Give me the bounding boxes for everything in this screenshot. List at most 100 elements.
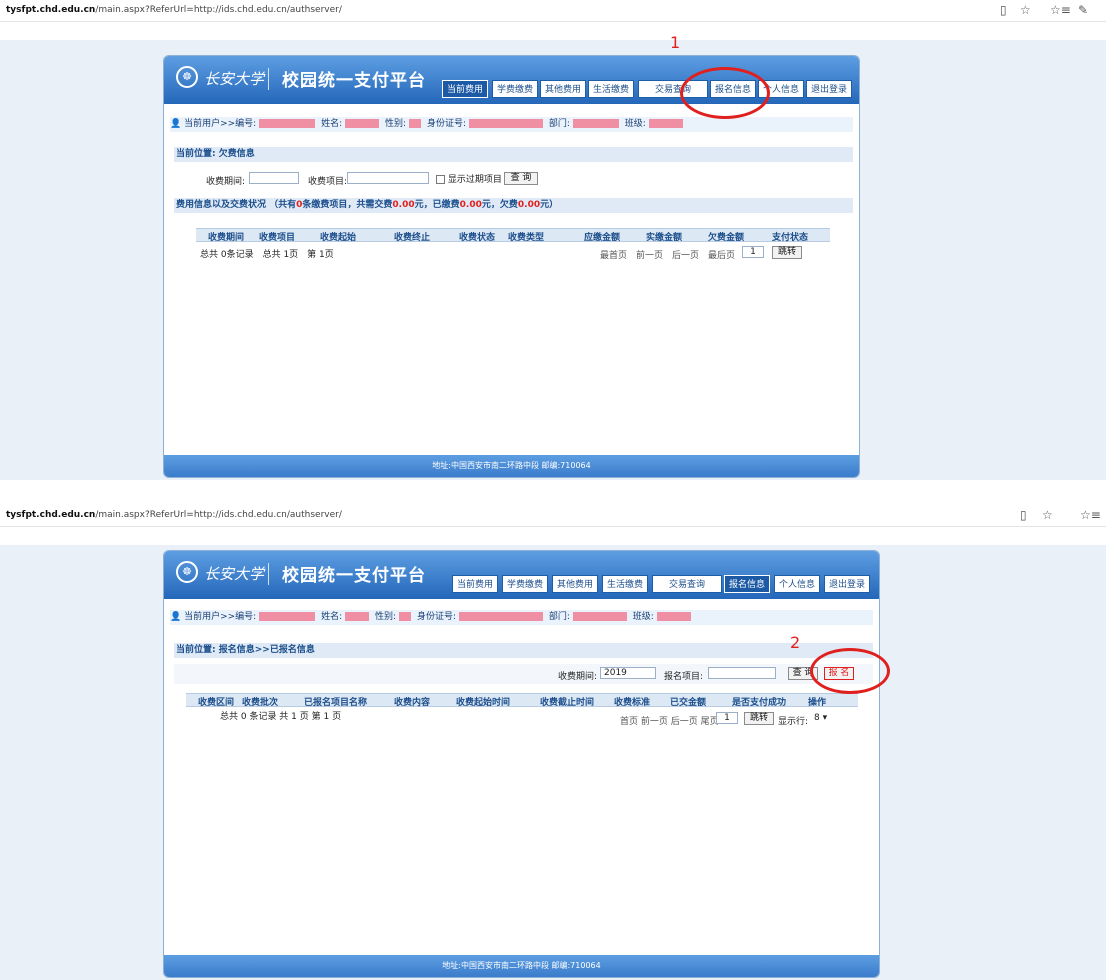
nav-living-fees[interactable]: 生活缴费 bbox=[602, 575, 649, 593]
pager-links[interactable]: 首页 前一页 后一页 尾页 bbox=[620, 714, 719, 727]
user-info-bar: 👤 当前用户>>编号: 姓名: 性别: 身份证号: 部门: 班级: bbox=[170, 117, 853, 132]
app-window: ☸ 长安大学 校园统一支付平台 当前费用 学费缴费 其他费用 生活缴费 交易查询… bbox=[163, 550, 880, 978]
page-input[interactable]: 1 bbox=[742, 246, 764, 258]
pen-icon[interactable]: ✎ bbox=[1078, 3, 1088, 17]
browser-address-bar[interactable]: tysfpt.chd.edu.cn/main.aspx?ReferUrl=htt… bbox=[0, 505, 1106, 527]
col-header: 已交金额 bbox=[670, 698, 707, 708]
show-expired-checkbox-group[interactable]: 显示过期项目 bbox=[436, 172, 502, 185]
signup-item-label: 报名项目: bbox=[664, 672, 704, 682]
redacted-id bbox=[259, 612, 316, 621]
user-icon: 👤 bbox=[170, 119, 182, 129]
col-header: 收费标准 bbox=[614, 698, 651, 708]
redacted-gender bbox=[409, 119, 422, 128]
logo-separator bbox=[268, 68, 269, 90]
col-header: 已报名项目名称 bbox=[304, 698, 368, 708]
browser-address-bar[interactable]: tysfpt.chd.edu.cn/main.aspx?ReferUrl=htt… bbox=[0, 0, 1106, 22]
redacted-dept bbox=[572, 119, 619, 128]
school-seal-icon: ☸ bbox=[176, 561, 198, 583]
fee-table-header: 收费期间 收费项目 收费起始 收费终止 收费状态 收费类型 应缴金额 实缴金额 … bbox=[196, 228, 830, 243]
col-header: 收费终止 bbox=[394, 233, 431, 243]
breadcrumb: 当前位置: 报名信息>>已报名信息 bbox=[174, 643, 873, 658]
star-icon[interactable]: ☆ bbox=[1020, 3, 1031, 17]
nav-current-fees[interactable]: 当前费用 bbox=[452, 575, 499, 593]
nav-signup-info[interactable]: 报名信息 bbox=[724, 575, 771, 593]
nav-living-fees[interactable]: 生活缴费 bbox=[588, 80, 635, 98]
col-header: 收费起始时间 bbox=[456, 698, 511, 708]
redacted-class bbox=[656, 612, 691, 621]
favorites-icon[interactable]: ☆≡ bbox=[1050, 3, 1071, 17]
col-header: 操作 bbox=[808, 698, 827, 708]
breadcrumb: 当前位置: 欠费信息 bbox=[174, 147, 853, 162]
rows-select[interactable]: 8 ▾ bbox=[814, 712, 838, 724]
redacted-gender bbox=[399, 612, 412, 621]
signup-item-input[interactable] bbox=[708, 667, 776, 679]
record-info: 总共 0 条记录 共 1 页 第 1 页 bbox=[220, 712, 342, 722]
period-label: 收费期间: bbox=[206, 177, 246, 187]
jump-button[interactable]: 跳转 bbox=[772, 246, 802, 259]
signup-table-header: 收费区间 收费批次 已报名项目名称 收费内容 收费起始时间 收费截止时间 收费标… bbox=[186, 693, 858, 708]
school-logo-text: 长安大学 bbox=[204, 565, 265, 583]
school-logo-text: 长安大学 bbox=[204, 70, 265, 88]
nav-other-fees[interactable]: 其他费用 bbox=[552, 575, 599, 593]
col-header: 收费截止时间 bbox=[540, 698, 595, 708]
nav-transactions[interactable]: 交易查询 bbox=[652, 575, 722, 593]
period-input[interactable] bbox=[249, 172, 299, 184]
platform-title: 校园统一支付平台 bbox=[282, 71, 426, 91]
school-seal-icon: ☸ bbox=[176, 66, 198, 88]
app-header: ☸ 长安大学 校园统一支付平台 当前费用 学费缴费 其他费用 生活缴费 交易查询… bbox=[164, 551, 879, 599]
favorites-icon[interactable]: ☆≡ bbox=[1080, 508, 1101, 522]
pager-links[interactable]: 最首页 前一页 后一页 最后页 bbox=[600, 248, 735, 261]
nav-logout[interactable]: 退出登录 bbox=[806, 80, 853, 98]
period-input[interactable]: 2019 bbox=[600, 667, 656, 679]
redacted-name bbox=[345, 612, 370, 621]
col-header: 支付状态 bbox=[772, 233, 809, 243]
item-label: 收费项目: bbox=[308, 177, 348, 187]
annotation-number: 1 bbox=[670, 33, 681, 52]
redacted-name bbox=[345, 119, 380, 128]
col-header: 应缴金额 bbox=[584, 233, 621, 243]
col-header: 欠费金额 bbox=[708, 233, 745, 243]
col-header: 收费期间 bbox=[208, 233, 245, 243]
platform-title: 校园统一支付平台 bbox=[282, 566, 426, 586]
nav-personal-info[interactable]: 个人信息 bbox=[774, 575, 821, 593]
rows-label: 显示行: bbox=[778, 717, 809, 727]
highlight-circle bbox=[810, 648, 890, 694]
page-input[interactable]: 1 bbox=[716, 712, 738, 724]
col-header: 是否支付成功 bbox=[732, 698, 787, 708]
redacted-id bbox=[259, 119, 316, 128]
item-input[interactable] bbox=[347, 172, 429, 184]
col-header: 收费批次 bbox=[242, 698, 279, 708]
nav-logout[interactable]: 退出登录 bbox=[824, 575, 871, 593]
col-header: 收费项目 bbox=[259, 233, 296, 243]
app-footer: 地址:中国西安市南二环路中段 邮编:710064 bbox=[164, 455, 859, 477]
col-header: 实缴金额 bbox=[646, 233, 683, 243]
user-icon: 👤 bbox=[170, 612, 182, 622]
col-header: 收费区间 bbox=[198, 698, 235, 708]
col-header: 收费起始 bbox=[320, 233, 357, 243]
url-text[interactable]: tysfpt.chd.edu.cn/main.aspx?ReferUrl=htt… bbox=[6, 510, 342, 520]
fee-summary: 费用信息以及交费状况 （共有0条缴费项目，共需交费0.00元，已缴费0.00元，… bbox=[174, 198, 853, 213]
user-info-bar: 👤 当前用户>>编号: 姓名: 性别: 身份证号: 部门: 班级: bbox=[170, 610, 873, 625]
star-icon[interactable]: ☆ bbox=[1042, 508, 1053, 522]
record-info: 总共 0条记录 总共 1页 第 1页 bbox=[200, 250, 334, 260]
nav-tuition[interactable]: 学费缴费 bbox=[492, 80, 539, 98]
highlight-circle bbox=[680, 67, 770, 119]
jump-button[interactable]: 跳转 bbox=[744, 712, 774, 725]
period-label: 收费期间: bbox=[558, 672, 598, 682]
nav-current-fees[interactable]: 当前费用 bbox=[442, 80, 489, 98]
nav-other-fees[interactable]: 其他费用 bbox=[540, 80, 587, 98]
redacted-idcard bbox=[468, 119, 543, 128]
query-button[interactable]: 查 询 bbox=[504, 172, 538, 185]
col-header: 收费类型 bbox=[508, 233, 545, 243]
redacted-class bbox=[648, 119, 683, 128]
nav-tuition[interactable]: 学费缴费 bbox=[502, 575, 549, 593]
logo-separator bbox=[268, 563, 269, 585]
reading-view-icon[interactable]: ▯ bbox=[1020, 508, 1027, 522]
chevron-down-icon: ▾ bbox=[822, 713, 828, 723]
redacted-dept bbox=[572, 612, 627, 621]
redacted-idcard bbox=[458, 612, 543, 621]
url-text[interactable]: tysfpt.chd.edu.cn/main.aspx?ReferUrl=htt… bbox=[6, 5, 342, 15]
col-header: 收费内容 bbox=[394, 698, 431, 708]
reading-view-icon[interactable]: ▯ bbox=[1000, 3, 1007, 17]
app-window: ☸ 长安大学 校园统一支付平台 当前费用 学费缴费 其他费用 生活缴费 交易查询… bbox=[163, 55, 860, 478]
